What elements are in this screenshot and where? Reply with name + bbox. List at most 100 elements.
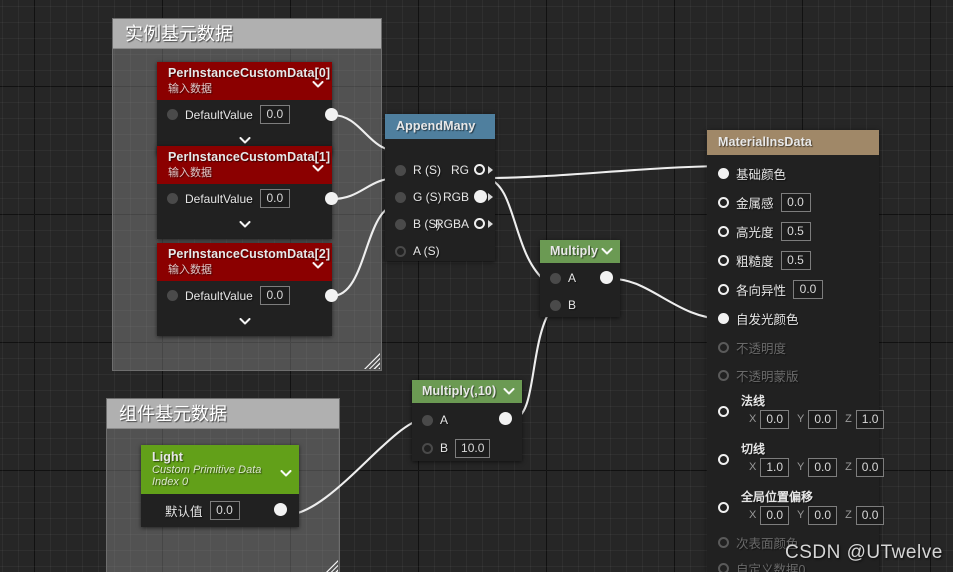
input-pin-icon[interactable] <box>550 299 561 311</box>
input-pin-icon[interactable] <box>718 284 729 295</box>
anisotropy-value-field[interactable]: 0.0 <box>793 280 824 299</box>
input-pin-icon[interactable] <box>718 168 729 179</box>
wpo-z-field[interactable]: 0.0 <box>855 505 885 525</box>
input-pin-icon[interactable] <box>550 272 561 284</box>
specular-value-field[interactable]: 0.5 <box>780 222 811 241</box>
comment-resize-grip[interactable] <box>322 560 338 572</box>
node-header[interactable]: Multiply <box>540 240 620 263</box>
input-b-value-field[interactable]: 10.0 <box>455 438 491 458</box>
material-graph-canvas[interactable]: 实例基元数据 组件基元数据 PerInstanceCustomData[0] 输… <box>0 0 953 572</box>
chevron-down-icon[interactable] <box>312 78 324 90</box>
chevron-down-icon[interactable] <box>312 162 324 174</box>
chevron-down-icon[interactable] <box>280 467 292 479</box>
tangent-x-field[interactable]: 1.0 <box>760 457 790 477</box>
chevron-down-icon[interactable] <box>239 134 251 146</box>
tangent-y-field[interactable]: 0.0 <box>808 457 838 477</box>
output-pin-icon[interactable] <box>325 108 338 121</box>
node-header[interactable]: MaterialInsData <box>707 130 879 155</box>
default-value-field[interactable]: 0.0 <box>259 105 290 124</box>
roughness-value-field[interactable]: 0.5 <box>780 251 811 270</box>
pin-row-specular[interactable]: 高光度 0.5 <box>707 217 879 246</box>
comment-resize-grip[interactable] <box>364 353 380 369</box>
pin-row-roughness[interactable]: 粗糙度 0.5 <box>707 246 879 275</box>
input-pin-icon[interactable] <box>422 442 433 454</box>
pin-row-b[interactable]: B 10.0 <box>412 438 491 458</box>
input-pin-icon[interactable] <box>718 226 729 237</box>
node-multiply[interactable]: Multiply A B <box>540 240 620 317</box>
pin-row-metallic[interactable]: 金属感 0.0 <box>707 188 879 217</box>
node-multiply-10[interactable]: Multiply(,10) A B 10.0 <box>412 380 522 461</box>
output-pin-icon[interactable] <box>600 271 613 284</box>
input-pin-icon[interactable] <box>718 255 729 266</box>
output-pin-icon-rgb[interactable] <box>474 190 487 203</box>
default-value-field[interactable]: 0.0 <box>259 286 290 305</box>
node-expander[interactable] <box>157 310 332 336</box>
pin-row-opacity[interactable]: 不透明度 <box>707 333 879 361</box>
pin-row-default-value[interactable]: DefaultValue 0.0 <box>157 184 332 213</box>
output-pin-icon[interactable] <box>274 503 287 516</box>
normal-y-field[interactable]: 0.0 <box>808 409 838 429</box>
pin-row-anisotropy[interactable]: 各向异性 0.0 <box>707 275 879 304</box>
normal-x-field[interactable]: 0.0 <box>760 409 790 429</box>
input-pin-icon[interactable] <box>422 414 433 426</box>
output-pin-icon[interactable] <box>499 412 512 425</box>
output-pin-icon[interactable] <box>325 192 338 205</box>
node-header[interactable]: Multiply(,10) <box>412 380 522 403</box>
node-per-instance-custom-data-0[interactable]: PerInstanceCustomData[0] 输入数据 DefaultVal… <box>157 62 338 155</box>
pin-row-emissive-color[interactable]: 自发光颜色 <box>707 304 879 333</box>
node-material-ins-data[interactable]: MaterialInsData 基础颜色 金属感 0.0 高光度 0.5 粗糙度… <box>707 130 885 572</box>
node-light[interactable]: Light Custom Primitive Data Index 0 默认值 … <box>141 445 299 527</box>
input-pin-icon[interactable] <box>718 369 729 381</box>
metallic-value-field[interactable]: 0.0 <box>780 193 811 212</box>
input-pin-icon[interactable] <box>718 341 729 353</box>
pin-row-tangent[interactable]: 切线 X 1.0 Y 0.0 Z 0.0 <box>707 437 885 481</box>
tangent-z-field[interactable]: 0.0 <box>855 457 885 477</box>
node-header[interactable]: AppendMany <box>385 114 495 139</box>
input-pin-icon[interactable] <box>395 164 406 176</box>
node-header[interactable]: PerInstanceCustomData[0] 输入数据 <box>157 62 332 100</box>
node-per-instance-custom-data-2[interactable]: PerInstanceCustomData[2] 输入数据 DefaultVal… <box>157 243 338 336</box>
node-header[interactable]: PerInstanceCustomData[1] 输入数据 <box>157 146 332 184</box>
input-pin-icon[interactable] <box>718 313 729 324</box>
pin-row-default-value[interactable]: 默认值 0.0 <box>155 499 240 521</box>
input-pin-icon[interactable] <box>718 536 729 548</box>
pin-row-a[interactable]: A <box>540 270 576 286</box>
output-pin-icon[interactable] <box>474 164 485 175</box>
input-pin-icon[interactable] <box>167 290 178 301</box>
chevron-down-icon[interactable] <box>601 245 613 257</box>
input-pin-icon[interactable] <box>167 109 178 120</box>
node-per-instance-custom-data-1[interactable]: PerInstanceCustomData[1] 输入数据 DefaultVal… <box>157 146 338 239</box>
pin-row-opacity-mask[interactable]: 不透明蒙版 <box>707 361 879 389</box>
pin-row-world-position-offset[interactable]: 全局位置偏移 X 0.0 Y 0.0 Z 0.0 <box>707 485 885 529</box>
pin-row-a[interactable]: A (S) <box>385 243 440 259</box>
input-pin-icon[interactable] <box>718 197 729 208</box>
pin-row-b[interactable]: B (S) <box>385 216 440 232</box>
input-pin-icon[interactable] <box>718 562 729 572</box>
pin-row-normal[interactable]: 法线 X 0.0 Y 0.0 Z 1.0 <box>707 389 885 433</box>
node-expander[interactable] <box>157 213 332 239</box>
normal-z-field[interactable]: 1.0 <box>855 409 885 429</box>
wpo-y-field[interactable]: 0.0 <box>808 505 838 525</box>
output-pin-icon[interactable] <box>474 218 485 229</box>
chevron-down-icon[interactable] <box>503 385 515 397</box>
input-pin-icon[interactable] <box>167 193 178 204</box>
chevron-down-icon[interactable] <box>239 218 251 230</box>
input-pin-icon[interactable] <box>395 191 406 203</box>
wpo-x-field[interactable]: 0.0 <box>760 505 790 525</box>
pin-row-default-value[interactable]: DefaultValue 0.0 <box>157 100 332 129</box>
chevron-down-icon[interactable] <box>239 315 251 327</box>
pin-row-base-color[interactable]: 基础颜色 <box>707 159 879 188</box>
pin-row-b[interactable]: B <box>540 297 576 313</box>
default-value-field[interactable]: 0.0 <box>259 189 290 208</box>
output-pin-icon[interactable] <box>325 289 338 302</box>
default-value-field[interactable]: 0.0 <box>209 500 240 520</box>
node-append-many[interactable]: AppendMany R (S) G (S) B (S) A (S) RG RG… <box>385 114 495 261</box>
pin-row-r[interactable]: R (S) <box>385 162 441 178</box>
pin-row-default-value[interactable]: DefaultValue 0.0 <box>157 281 332 310</box>
node-header[interactable]: PerInstanceCustomData[2] 输入数据 <box>157 243 332 281</box>
input-pin-icon[interactable] <box>395 218 406 230</box>
pin-row-g[interactable]: G (S) <box>385 189 442 205</box>
node-header[interactable]: Light Custom Primitive Data Index 0 <box>141 445 299 494</box>
pin-row-a[interactable]: A <box>412 412 448 428</box>
chevron-down-icon[interactable] <box>312 259 324 271</box>
